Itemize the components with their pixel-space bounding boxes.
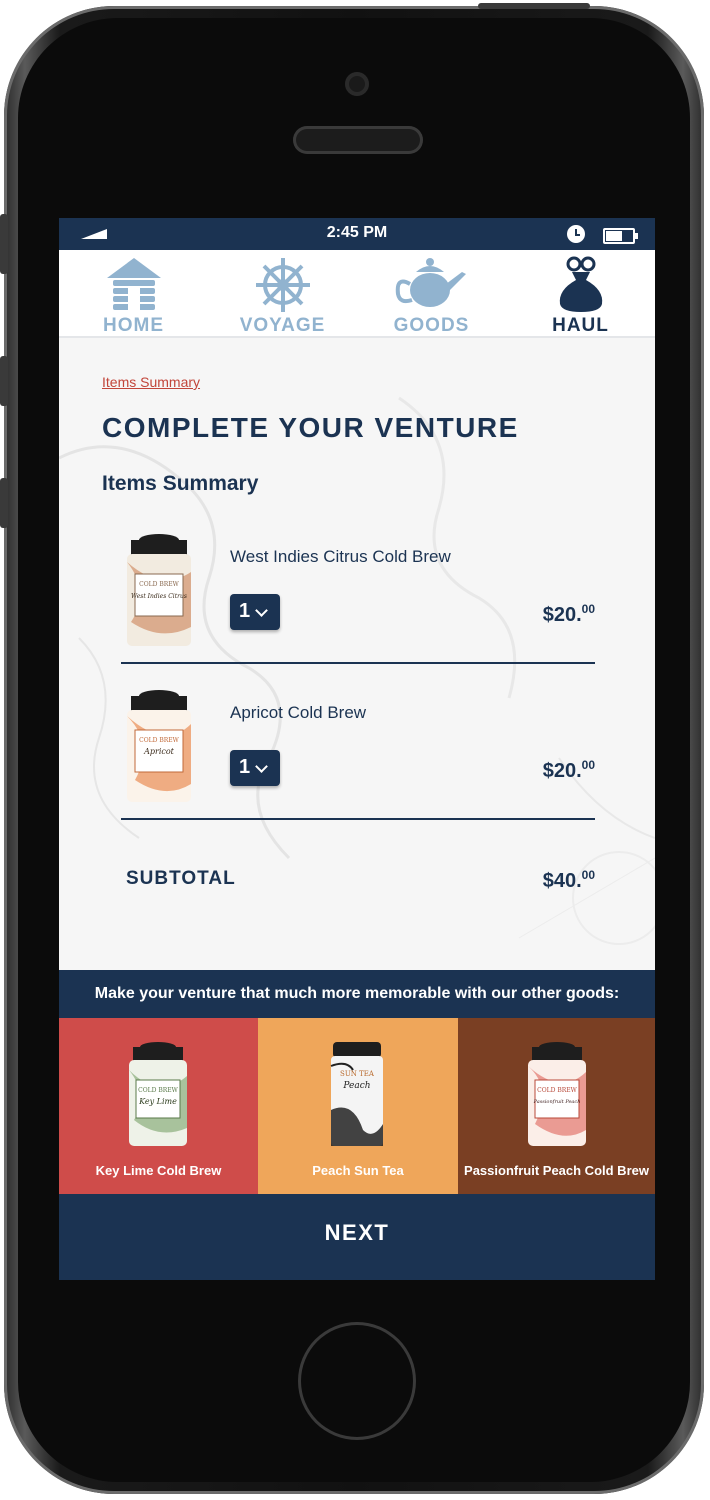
section-title: Items Summary — [102, 472, 259, 495]
product-tin-image: SUN TEA Peach — [330, 1042, 383, 1146]
upsell-product-label: Passionfruit Peach Cold Brew — [464, 1163, 649, 1178]
nav-item-goods[interactable]: GOODS — [357, 250, 506, 336]
product-tin-image: COLD BREW Apricot — [127, 690, 191, 802]
subtotal-value: $40.00 — [542, 868, 595, 892]
power-button — [478, 3, 590, 9]
status-time: 2:45 PM — [326, 224, 388, 241]
tin-label-name: Apricot — [143, 747, 175, 756]
upsell-banner: Make your venture that much more memorab… — [59, 970, 655, 1018]
sack-icon — [559, 256, 603, 312]
cabin-icon — [107, 258, 161, 310]
breadcrumb-link[interactable]: Items Summary — [102, 374, 200, 390]
chevron-down-icon — [255, 760, 268, 773]
tin-label-top: COLD BREW — [139, 737, 180, 744]
tin-label-top: COLD BREW — [537, 1087, 578, 1094]
item-divider — [121, 662, 595, 664]
nav-item-haul[interactable]: HAUL — [506, 250, 655, 336]
tin-label-top: SUN TEA — [340, 1070, 375, 1078]
teapot-icon — [395, 258, 466, 307]
product-tin-image: COLD BREW Passionfruit Peach — [528, 1042, 586, 1146]
cart-content: Items Summary COMPLETE YOUR VENTURE Item… — [59, 338, 655, 970]
volume-up-button — [0, 356, 8, 406]
cart-item-price: $20.00 — [542, 602, 595, 626]
battery-icon — [603, 228, 638, 244]
nav-item-home[interactable]: HOME — [59, 250, 208, 336]
cart-item: COLD BREW West Indies Citrus West Indies… — [121, 532, 595, 682]
upsell-product-passionfruit-peach[interactable]: COLD BREW Passionfruit Peach Passionfrui… — [458, 1018, 655, 1194]
app-screen: 2:45 PM HOME VOYAGE GOODS HAUL Items Sum… — [59, 218, 655, 1280]
product-tin-image: COLD BREW West Indies Citrus — [127, 534, 191, 646]
nav-label-home: HOME — [103, 315, 164, 336]
upsell-product-label: Peach Sun Tea — [312, 1163, 404, 1178]
subtotal-label: SUBTOTAL — [126, 868, 236, 889]
top-nav: HOME VOYAGE GOODS HAUL — [59, 250, 655, 338]
mute-switch — [0, 214, 8, 274]
upsell-product-peach-sun-tea[interactable]: SUN TEA Peach Peach Sun Tea — [258, 1018, 458, 1194]
alarm-clock-icon — [567, 225, 585, 243]
status-bar: 2:45 PM — [59, 218, 655, 250]
cart-item-name: Apricot Cold Brew — [230, 703, 367, 722]
quantity-dropdown[interactable]: 1 — [230, 594, 280, 630]
nav-label-haul: HAUL — [552, 315, 609, 336]
upsell-product-label: Key Lime Cold Brew — [95, 1163, 222, 1178]
tin-label-name: Passionfruit Peach — [533, 1099, 581, 1105]
chevron-down-icon — [255, 604, 268, 617]
product-tin-image: COLD BREW Key Lime — [129, 1042, 187, 1146]
quantity-value: 1 — [239, 756, 251, 778]
item-divider — [121, 818, 595, 820]
quantity-dropdown[interactable]: 1 — [230, 750, 280, 786]
front-camera — [345, 72, 369, 96]
tin-label-top: COLD BREW — [138, 1087, 179, 1094]
page-title: COMPLETE YOUR VENTURE — [102, 412, 519, 443]
cart-item-name: West Indies Citrus Cold Brew — [230, 547, 451, 566]
earpiece-speaker — [293, 126, 423, 154]
volume-down-button — [0, 478, 8, 528]
ship-wheel-icon — [256, 258, 310, 312]
tin-label-name: Key Lime — [138, 1097, 177, 1106]
next-button[interactable]: NEXT — [59, 1194, 655, 1280]
tin-label-top: COLD BREW — [139, 581, 180, 588]
home-hardware-button[interactable] — [298, 1322, 416, 1440]
nav-item-voyage[interactable]: VOYAGE — [208, 250, 357, 336]
nav-label-goods: GOODS — [393, 315, 470, 336]
tin-label-name: Peach — [342, 1081, 370, 1091]
quantity-value: 1 — [239, 600, 251, 622]
nav-label-voyage: VOYAGE — [239, 315, 326, 336]
tin-label-name: West Indies Citrus — [131, 593, 187, 600]
upsell-product-key-lime[interactable]: COLD BREW Key Lime Key Lime Cold Brew — [59, 1018, 258, 1194]
cart-item: COLD BREW Apricot Apricot Cold Brew 1 $2… — [121, 688, 595, 838]
cart-item-price: $20.00 — [542, 758, 595, 782]
